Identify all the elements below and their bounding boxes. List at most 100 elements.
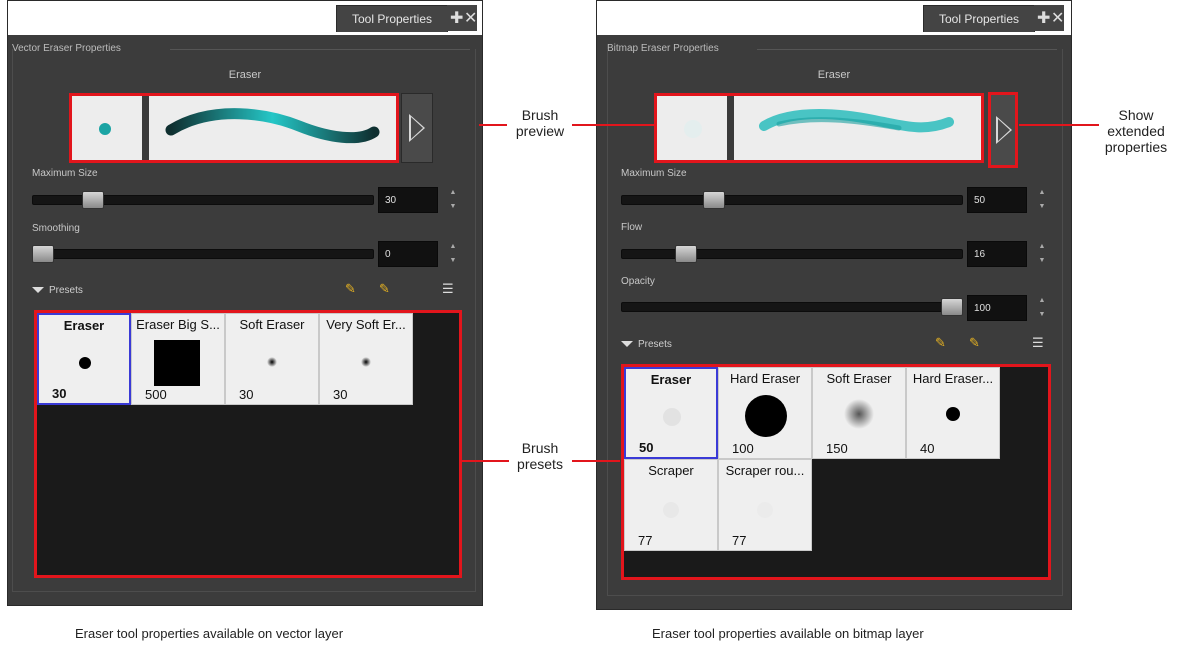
tab-label: Tool Properties bbox=[938, 12, 1020, 26]
preview-divider bbox=[142, 96, 149, 160]
tip-preview bbox=[684, 120, 702, 138]
left-tool-properties-panel: Tool Properties ✚ ✕ Vector Eraser Proper… bbox=[7, 0, 483, 606]
preset-name: Scraper bbox=[648, 463, 694, 478]
callout-line-2: presets bbox=[517, 456, 563, 472]
chevron-down-icon bbox=[621, 341, 633, 348]
menu-icon[interactable]: ☰ bbox=[1032, 335, 1044, 351]
brush-preview bbox=[69, 93, 399, 163]
show-extended-callout: Show extended properties bbox=[1096, 107, 1176, 155]
add-icon[interactable]: ✚ bbox=[450, 8, 463, 28]
brush-tip-icon bbox=[154, 340, 200, 386]
rename-preset-icon[interactable]: ✎ bbox=[969, 335, 980, 351]
opacity-slider[interactable] bbox=[621, 302, 963, 312]
tab-actions: ✚ ✕ bbox=[447, 5, 477, 31]
brush-tip-icon bbox=[663, 502, 679, 518]
max-size-field[interactable]: 30 bbox=[378, 187, 438, 213]
preset-tile[interactable]: Eraser 30 bbox=[37, 313, 131, 405]
preset-tile[interactable]: Eraser 50 bbox=[624, 367, 718, 459]
smoothing-label: Smoothing bbox=[32, 223, 80, 234]
max-size-thumb[interactable] bbox=[703, 191, 725, 209]
brush-tip-icon bbox=[267, 357, 277, 367]
presets-header[interactable]: Presets bbox=[32, 285, 83, 296]
preset-name: Eraser bbox=[650, 372, 692, 387]
callout-line-2: extended bbox=[1107, 123, 1165, 139]
brush-tip-icon bbox=[844, 399, 874, 429]
max-size-stepper[interactable]: ▲ ▼ bbox=[1038, 189, 1046, 210]
add-icon[interactable]: ✚ bbox=[1037, 8, 1050, 28]
preset-name: Eraser Big S... bbox=[136, 317, 220, 332]
smoothing-field[interactable]: 0 bbox=[378, 241, 438, 267]
preset-name: Soft Eraser bbox=[239, 317, 305, 332]
close-icon[interactable]: ✕ bbox=[464, 8, 477, 28]
preset-tile[interactable]: Scraper 77 bbox=[624, 459, 718, 551]
presets-header[interactable]: Presets bbox=[621, 339, 672, 350]
smoothing-slider[interactable] bbox=[32, 249, 374, 259]
preset-size: 30 bbox=[239, 387, 254, 402]
opacity-label: Opacity bbox=[621, 276, 655, 287]
preset-tile[interactable]: Soft Eraser 30 bbox=[225, 313, 319, 405]
preset-tile[interactable]: Scraper rou... 77 bbox=[718, 459, 812, 551]
opacity-field[interactable]: 100 bbox=[967, 295, 1027, 321]
smoothing-stepper[interactable]: ▲ ▼ bbox=[449, 243, 457, 264]
preset-list: Eraser 30 Eraser Big S... 500 Soft Erase… bbox=[34, 310, 462, 578]
preset-size: 150 bbox=[826, 441, 848, 456]
brush-tip-icon bbox=[757, 502, 773, 518]
rename-preset-icon[interactable]: ✎ bbox=[379, 281, 390, 297]
preset-tile[interactable]: Hard Eraser... 40 bbox=[906, 367, 1000, 459]
close-icon[interactable]: ✕ bbox=[1051, 8, 1064, 28]
new-preset-icon[interactable]: ✎ bbox=[935, 335, 946, 351]
brush-presets-callout-line-right bbox=[572, 460, 620, 462]
flow-thumb[interactable] bbox=[675, 245, 697, 263]
max-size-thumb[interactable] bbox=[82, 191, 104, 209]
tab-tool-properties[interactable]: Tool Properties bbox=[336, 5, 448, 32]
max-size-slider[interactable] bbox=[621, 195, 963, 205]
max-size-field[interactable]: 50 bbox=[967, 187, 1027, 213]
preset-size: 77 bbox=[732, 533, 747, 548]
brush-tip-icon bbox=[745, 395, 787, 437]
preset-size: 30 bbox=[333, 387, 348, 402]
tool-name: Eraser bbox=[817, 69, 851, 81]
max-size-label: Maximum Size bbox=[621, 168, 687, 179]
preset-size: 50 bbox=[639, 440, 654, 455]
brush-presets-callout: Brush presets bbox=[508, 440, 572, 472]
chevron-right-icon bbox=[409, 114, 425, 142]
opacity-stepper[interactable]: ▲ ▼ bbox=[1038, 297, 1046, 318]
show-extended-button[interactable] bbox=[988, 92, 1018, 168]
preset-tile[interactable]: Soft Eraser 150 bbox=[812, 367, 906, 459]
callout-line-1: Show bbox=[1118, 107, 1154, 123]
flow-field[interactable]: 16 bbox=[967, 241, 1027, 267]
tab-actions: ✚ ✕ bbox=[1034, 5, 1064, 31]
stroke-preview bbox=[759, 109, 954, 133]
flow-slider[interactable] bbox=[621, 249, 963, 259]
callout-line-1: Brush bbox=[521, 107, 559, 123]
preset-name: Hard Eraser bbox=[729, 371, 801, 386]
preset-size: 40 bbox=[920, 441, 935, 456]
preset-size: 30 bbox=[52, 386, 67, 401]
brush-preview bbox=[654, 93, 984, 163]
flow-stepper[interactable]: ▲ ▼ bbox=[1038, 243, 1046, 264]
opacity-thumb[interactable] bbox=[941, 298, 963, 316]
preset-tile[interactable]: Hard Eraser 100 bbox=[718, 367, 812, 459]
preset-name: Hard Eraser... bbox=[912, 371, 994, 386]
callout-line-1: Brush bbox=[521, 440, 559, 456]
max-size-stepper[interactable]: ▲ ▼ bbox=[449, 189, 457, 210]
preset-tile[interactable]: Very Soft Er... 30 bbox=[319, 313, 413, 405]
preset-name: Eraser bbox=[63, 318, 105, 333]
preset-size: 77 bbox=[638, 533, 653, 548]
stroke-preview bbox=[165, 108, 380, 144]
tab-tool-properties[interactable]: Tool Properties bbox=[923, 5, 1035, 32]
preset-tile[interactable]: Eraser Big S... 500 bbox=[131, 313, 225, 405]
new-preset-icon[interactable]: ✎ bbox=[345, 281, 356, 297]
presets-label: Presets bbox=[638, 339, 672, 350]
flow-label: Flow bbox=[621, 222, 643, 233]
brush-presets-callout-line-left bbox=[459, 460, 509, 462]
brush-tip-icon bbox=[79, 357, 91, 369]
preset-name: Very Soft Er... bbox=[326, 317, 406, 332]
menu-icon[interactable]: ☰ bbox=[442, 281, 454, 297]
chevron-down-icon bbox=[32, 287, 44, 294]
smoothing-thumb[interactable] bbox=[32, 245, 54, 263]
presets-label: Presets bbox=[49, 285, 83, 296]
show-extended-button[interactable] bbox=[401, 93, 433, 163]
right-caption: Eraser tool properties available on bitm… bbox=[652, 626, 924, 641]
tip-dot bbox=[684, 120, 702, 138]
